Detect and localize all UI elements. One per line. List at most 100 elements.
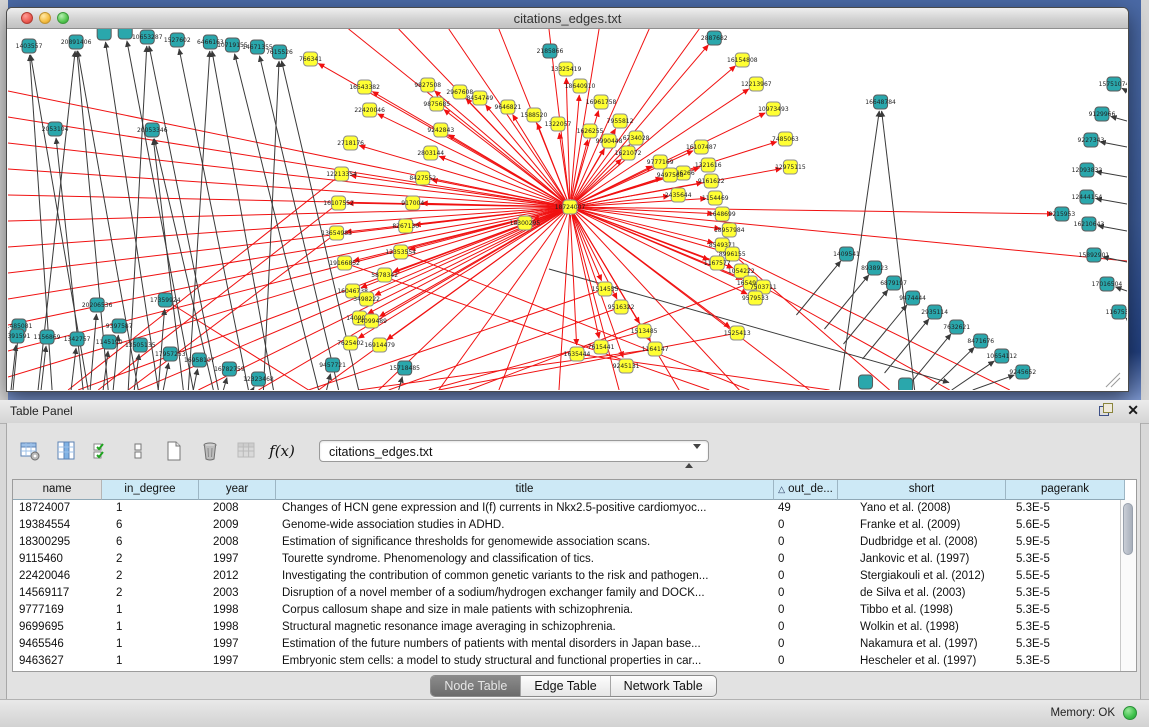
tab-network-table[interactable]: Network Table xyxy=(611,676,716,696)
graph-node[interactable]: 8471676 xyxy=(967,334,994,348)
graph-node[interactable]: 17016504 xyxy=(1092,277,1123,291)
table-selector-dropdown[interactable]: citations_edges.txt xyxy=(319,440,709,462)
graph-node[interactable]: 9245652 xyxy=(1009,365,1036,379)
graph-node[interactable]: 18957984 xyxy=(714,223,745,237)
graph-node[interactable]: 10719155 xyxy=(217,38,248,52)
function-icon[interactable]: f(x) xyxy=(269,438,295,464)
table-row[interactable]: 946554611997Estimation of the future num… xyxy=(13,636,1136,653)
graph-node[interactable]: 1342757 xyxy=(64,332,91,346)
graph-node[interactable]: 2718176 xyxy=(337,136,364,150)
network-window[interactable]: citations_edges.txt 18724007165433822242… xyxy=(6,7,1129,392)
network-graph[interactable]: 1872400716543382224200462718176122133541… xyxy=(8,29,1127,390)
column-header-short[interactable]: short xyxy=(838,480,1006,500)
graph-node[interactable]: 7632621 xyxy=(943,320,970,334)
graph-node[interactable]: 9129966 xyxy=(1089,107,1116,121)
graph-node[interactable]: 9397587 xyxy=(106,319,133,333)
scrollbar-thumb[interactable] xyxy=(1123,503,1133,555)
graph-node[interactable]: 10654112 xyxy=(986,349,1017,363)
graph-node[interactable]: 9242843 xyxy=(427,123,454,137)
graph-node[interactable]: 9875685 xyxy=(423,97,450,111)
graph-node[interactable]: 1527602 xyxy=(164,33,191,47)
graph-node[interactable]: 7625402 xyxy=(337,336,364,350)
graph-node[interactable]: 2935114 xyxy=(921,305,948,319)
graph-node[interactable]: 15718485 xyxy=(389,361,420,375)
graph-node[interactable]: 12093832 xyxy=(1072,163,1103,177)
graph-node[interactable]: 16961758 xyxy=(586,95,617,109)
column-header-pagerank[interactable]: pagerank xyxy=(1006,480,1125,500)
graph-node[interactable]: 7615441 xyxy=(588,340,615,354)
table-row[interactable]: 1830029562008Estimation of significance … xyxy=(13,534,1136,551)
window-titlebar[interactable]: citations_edges.txt xyxy=(7,8,1128,29)
node-table[interactable]: namein_degreeyeartitle△out_de...shortpag… xyxy=(12,479,1137,672)
graph-node[interactable]: 1403557 xyxy=(16,39,43,53)
graph-node[interactable]: 16543382 xyxy=(349,80,380,94)
float-panel-icon[interactable] xyxy=(1099,403,1113,417)
column-header-year[interactable]: year xyxy=(199,480,276,500)
table-row[interactable]: 911546021997Tourette syndrome. Phenomeno… xyxy=(13,551,1136,568)
graph-node[interactable]: 12444154 xyxy=(1072,190,1103,204)
graph-node[interactable]: 20206536 xyxy=(82,298,113,312)
graph-node[interactable]: 13325419 xyxy=(551,62,582,76)
new-document-icon[interactable] xyxy=(161,438,187,464)
table-row[interactable]: 977716911998Corpus callosum shape and si… xyxy=(13,602,1136,619)
tab-node-table[interactable]: Node Table xyxy=(431,676,521,696)
graph-node[interactable]: 16210643 xyxy=(1074,217,1105,231)
graph-node[interactable]: 7615526 xyxy=(266,45,293,59)
table-row[interactable]: 969969511998Structural magnetic resonanc… xyxy=(13,619,1136,636)
table-row[interactable]: 2242004622012Investigating the contribut… xyxy=(13,568,1136,585)
table-row[interactable]: 1456911722003Disruption of a novel membe… xyxy=(13,585,1136,602)
graph-node[interactable]: 1156869 xyxy=(34,330,61,344)
graph-node[interactable] xyxy=(118,29,132,39)
table-scrollbar[interactable] xyxy=(1120,500,1136,671)
graph-node[interactable]: 1409541 xyxy=(833,247,860,261)
graph-node[interactable]: 2185866 xyxy=(537,44,564,58)
graph-node[interactable]: 1513485 xyxy=(631,324,658,338)
rows-icon[interactable] xyxy=(125,438,151,464)
graph-node[interactable]: 9457721 xyxy=(319,358,346,372)
graph-node[interactable]: 16914479 xyxy=(364,338,395,352)
graph-node[interactable]: 9227343 xyxy=(1078,133,1105,147)
graph-node[interactable]: 10653287 xyxy=(132,30,163,44)
tab-edge-table[interactable]: Edge Table xyxy=(521,676,610,696)
graph-node[interactable]: 16154808 xyxy=(727,53,758,67)
graph-node[interactable]: 2053104 xyxy=(42,122,69,136)
graph-node[interactable] xyxy=(899,378,913,390)
graph-node[interactable]: 16648784 xyxy=(865,95,896,109)
column-header-title[interactable]: title xyxy=(276,480,774,500)
network-canvas[interactable]: 1872400716543382224200462718176122133541… xyxy=(8,29,1127,390)
column-header-out_de[interactable]: △out_de... xyxy=(774,480,838,500)
graph-node[interactable]: 20891406 xyxy=(61,35,92,49)
graph-node[interactable]: 12975115 xyxy=(775,160,806,174)
graph-node[interactable]: 6879197 xyxy=(880,276,907,290)
graph-node[interactable]: 7485063 xyxy=(772,132,799,146)
graph-node[interactable]: 2967608 xyxy=(446,85,473,99)
column-header-name[interactable]: name xyxy=(13,480,102,500)
graph-node[interactable]: 8427552 xyxy=(409,171,436,185)
table-row[interactable]: 1872400712008Changes of HCN gene express… xyxy=(13,500,1136,517)
row-checklist-icon[interactable] xyxy=(89,438,115,464)
column-header-in_degree[interactable]: in_degree xyxy=(102,480,199,500)
graph-node[interactable]: 9516322 xyxy=(608,300,635,314)
resize-grip-icon[interactable] xyxy=(1111,378,1120,387)
graph-node[interactable]: 1154469 xyxy=(702,191,729,205)
graph-node[interactable]: 8938923 xyxy=(861,261,888,275)
table-row[interactable]: 1938455462009Genome-wide association stu… xyxy=(13,517,1136,534)
graph-node[interactable]: 15892901 xyxy=(1079,248,1110,262)
graph-node[interactable]: 1621072 xyxy=(615,146,642,160)
graph-node[interactable]: 14671355 xyxy=(242,40,273,54)
column-selector-icon[interactable] xyxy=(53,438,79,464)
close-panel-icon[interactable]: ✕ xyxy=(1127,403,1139,417)
graph-node[interactable]: 1626255 xyxy=(577,124,604,138)
import-table-icon[interactable] xyxy=(233,438,259,464)
graph-node[interactable]: 1588520 xyxy=(521,108,548,122)
graph-node[interactable]: 6466163 xyxy=(197,35,224,49)
graph-node[interactable]: 1145190 xyxy=(96,335,123,349)
graph-node[interactable]: 9161622 xyxy=(698,174,725,188)
graph-node[interactable]: 17957253 xyxy=(155,347,186,361)
table-row[interactable]: 946362711997Embryonic stem cells: a mode… xyxy=(13,653,1136,670)
delete-icon[interactable] xyxy=(197,438,223,464)
graph-node[interactable] xyxy=(97,29,111,40)
graph-node[interactable] xyxy=(859,375,873,389)
graph-node[interactable]: 2803144 xyxy=(417,146,444,160)
graph-node[interactable]: 1391591 xyxy=(8,329,31,343)
